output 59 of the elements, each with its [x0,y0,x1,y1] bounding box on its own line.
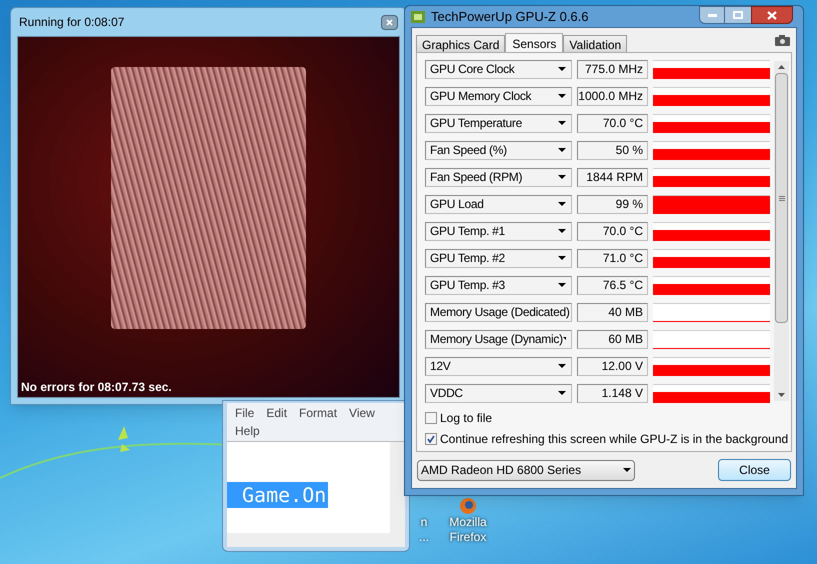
sensor-dropdown[interactable]: Memory Usage (Dynamic) [425,330,572,348]
app-icon [411,10,425,22]
close-button[interactable] [381,14,398,30]
tab[interactable]: Graphics Card [416,35,506,52]
tab[interactable]: Sensors [505,33,564,53]
checkbox[interactable] [425,412,437,424]
sensor-dropdown[interactable]: GPU Core Clock [425,60,572,78]
sensor-value: 60 MB [577,330,648,348]
sensor-value: 70.0 °C [577,222,648,240]
menu-item[interactable]: Help [235,422,260,440]
sensor-dropdown[interactable]: 12V [425,356,572,376]
sensor-value: 1000.0 MHz [577,86,648,106]
sensor-value: 40 MB [577,302,648,322]
menu-item[interactable]: View [349,404,375,422]
sensor-dropdown[interactable]: GPU Memory Clock [425,86,572,106]
menu-item[interactable]: File [235,404,254,422]
maximize-button[interactable] [725,6,751,24]
menu-item[interactable]: Format [299,404,338,422]
sensor-value: 775.0 MHz [577,60,648,78]
checkbox[interactable] [425,433,437,445]
minimize-icon [708,14,716,16]
checkmark-icon [427,435,435,443]
sensor-value: 50 % [577,140,648,160]
sensor-value: 1.148 V [577,384,648,402]
sensor-dropdown[interactable]: GPU Temp. #2 [425,248,572,268]
selected-text: Game.On [227,482,328,508]
status-text: No errors for 08:07.73 sec. [20,379,173,396]
close-icon [386,18,393,26]
dropdown-value: AMD Radeon HD 6800 Series [421,462,582,479]
sensor-dropdown[interactable]: GPU Load [425,194,572,214]
sensor-dropdown[interactable]: Fan Speed (%) [425,140,572,160]
window-title: Running for 0:08:07 [19,14,124,31]
maximize-icon [733,11,743,19]
close-icon [767,10,777,20]
device-dropdown[interactable]: AMD Radeon HD 6800 Series [417,460,635,480]
sensor-value: 99 % [577,194,648,214]
camera-icon[interactable] [775,35,790,46]
sensor-dropdown[interactable]: Memory Usage (Dedicated) [425,302,572,322]
menu-item[interactable]: Edit [266,404,288,422]
close-button[interactable] [751,6,793,24]
window-title: TechPowerUp GPU-Z 0.6.6 [431,8,589,26]
sensor-dropdown[interactable]: VDDC [425,384,572,402]
sensor-value: 12.00 V [577,356,648,376]
sensor-dropdown[interactable]: GPU Temp. #1 [425,222,572,240]
sensor-value: 1844 RPM [577,168,648,186]
sensor-dropdown[interactable]: Fan Speed (RPM) [425,168,572,186]
scroll-thumb[interactable] [775,73,788,323]
tab[interactable]: Validation [563,35,628,52]
sensor-value: 76.5 °C [577,276,648,294]
sensor-value: 71.0 °C [577,248,648,268]
sensor-dropdown[interactable]: GPU Temp. #3 [425,276,572,294]
checkbox-label: Log to file [440,410,492,427]
checkbox-label: Continue refreshing this screen while GPU-Z is in the background [440,431,788,448]
grip-icon [778,196,784,200]
minimize-button[interactable] [699,6,725,24]
close-button[interactable]: Close [718,459,791,481]
sensor-value: 70.0 °C [577,114,648,132]
sensor-dropdown[interactable]: GPU Temperature [425,114,572,132]
globe-icon[interactable] [457,497,479,515]
